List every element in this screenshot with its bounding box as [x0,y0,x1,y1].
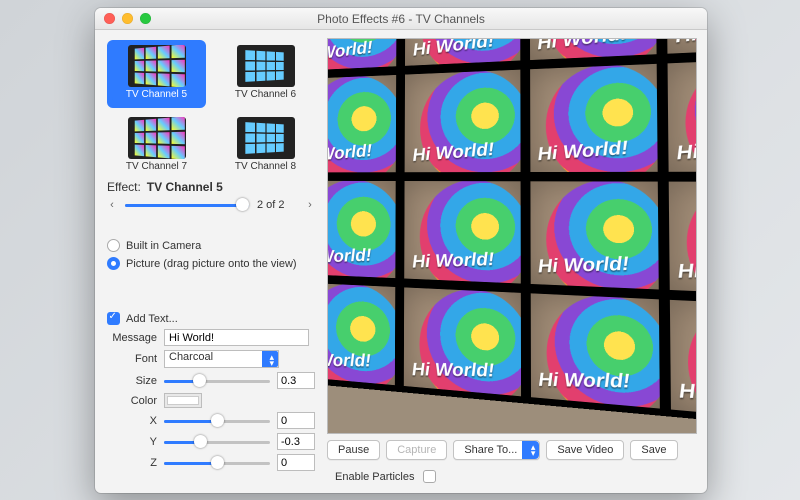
message-input[interactable] [164,329,309,346]
zoom-icon[interactable] [140,13,151,24]
save-video-button[interactable]: Save Video [546,440,624,460]
size-value[interactable] [277,372,315,389]
enable-particles-label: Enable Particles [335,471,415,483]
save-button[interactable]: Save [630,440,677,460]
app-window: Photo Effects #6 - TV Channels TV Channe… [95,8,707,493]
z-slider[interactable] [164,455,270,471]
effect-slider[interactable] [125,197,249,213]
y-slider[interactable] [164,434,270,450]
radio-icon [107,239,120,252]
thumb-tv7[interactable]: TV Channel 7 [107,112,206,174]
chevron-updown-icon: ▴▾ [269,354,274,366]
radio-picture[interactable]: Picture (drag picture onto the view) [107,257,315,270]
minimize-icon[interactable] [122,13,133,24]
radio-icon [107,257,120,270]
checkbox-icon [107,312,120,325]
capture-button[interactable]: Capture [386,440,447,460]
window-title: Photo Effects #6 - TV Channels [95,8,707,30]
x-slider[interactable] [164,413,270,429]
titlebar: Photo Effects #6 - TV Channels [95,8,707,30]
radio-builtin-camera[interactable]: Built in Camera [107,239,315,252]
size-slider[interactable] [164,373,270,389]
enable-particles-checkbox[interactable] [423,470,436,483]
thumb-tv8[interactable]: TV Channel 8 [216,112,315,174]
x-value[interactable] [277,412,315,429]
font-select[interactable]: Charcoal▴▾ [164,350,279,368]
effect-page-indicator: 2 of 2 [257,199,297,211]
effect-label: Effect: [107,180,141,194]
effect-prev-button[interactable]: ‹ [107,199,117,211]
addtext-checkbox[interactable]: Add Text... [107,312,315,325]
share-to-select[interactable]: Share To...▴▾ [453,440,540,460]
source-radio-group: Built in Camera Picture (drag picture on… [107,239,315,270]
effect-next-button[interactable]: › [305,199,315,211]
color-well[interactable] [164,393,202,408]
effect-name: TV Channel 5 [147,180,223,194]
y-value[interactable] [277,433,315,450]
thumb-tv6[interactable]: TV Channel 6 [216,40,315,108]
thumb-tv5[interactable]: TV Channel 5 [107,40,206,108]
chevron-updown-icon: ▴▾ [531,444,536,456]
close-icon[interactable] [104,13,115,24]
preview-view[interactable]: Hi World! Hi World! Hi World! Hi World! … [327,38,697,434]
pause-button[interactable]: Pause [327,440,380,460]
z-value[interactable] [277,454,315,471]
effect-thumbnails: TV Channel 5 TV Channel 6 TV Channel 7 T… [107,40,315,174]
